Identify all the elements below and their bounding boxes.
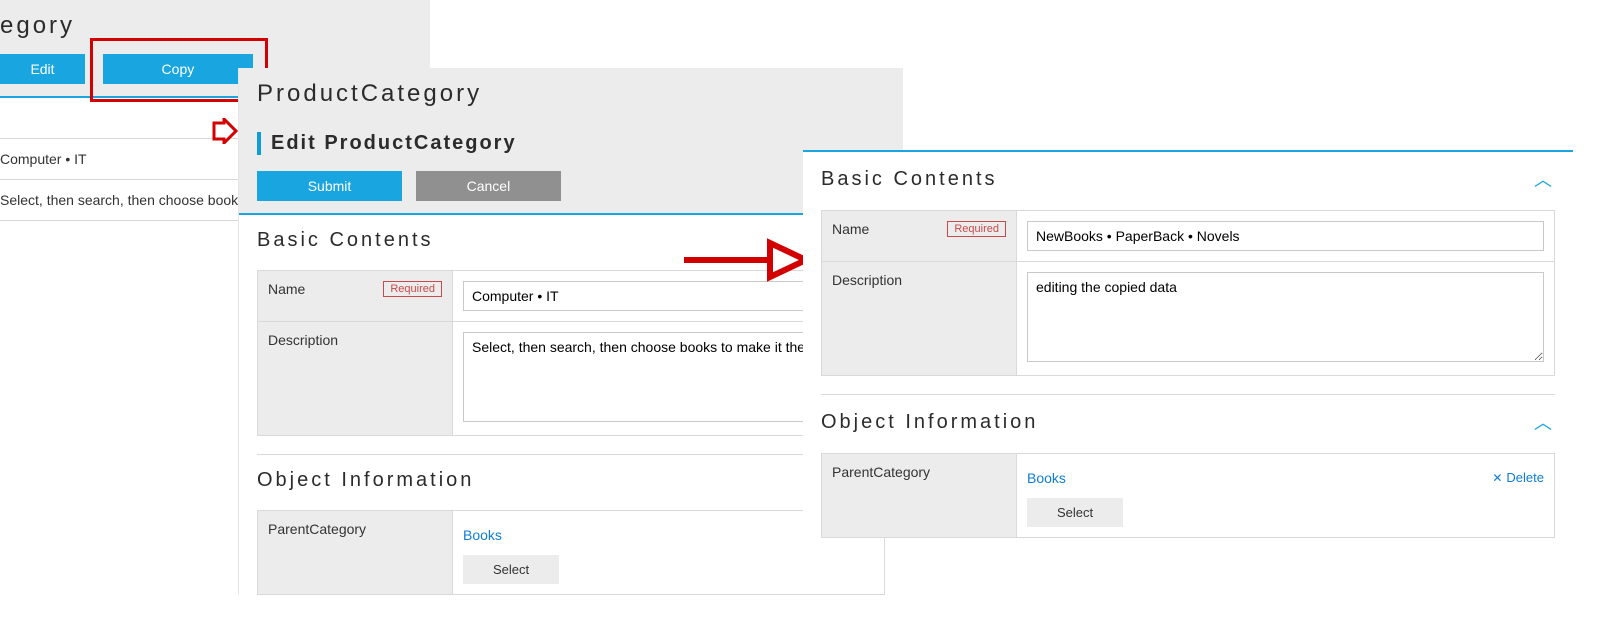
annotation-arrow-large [680,235,810,285]
chevron-up-icon[interactable]: ︿ [1534,409,1555,435]
row-description: Description [822,262,1555,376]
name-input[interactable] [1027,221,1544,251]
panel1-title: egory [0,12,412,50]
submit-button[interactable]: Submit [257,171,402,201]
row-name: Name Required [822,211,1555,262]
parent-category-label: ParentCategory [832,464,930,480]
delete-link[interactable]: Delete [1492,464,1544,485]
name-label: Name [832,221,869,237]
row-parent-category: ParentCategory Books Delete Select [822,454,1555,538]
copy-button[interactable]: Copy [103,54,253,84]
basic-contents-table: Name Required Description [821,210,1555,376]
description-label: Description [832,272,902,288]
parent-category-link[interactable]: Books [1027,464,1066,492]
panel2-subtitle: Edit ProductCategory [257,132,885,155]
description-input[interactable] [1027,272,1544,362]
section-heading: Object Information [257,469,474,492]
row-parent-category: ParentCategory Books Select [258,511,885,595]
object-info-table: ParentCategory Books Delete Select [821,453,1555,538]
name-label: Name [268,281,305,297]
basic-contents-table: Name Required Description [257,270,885,436]
cancel-button[interactable]: Cancel [416,171,561,201]
select-button[interactable]: Select [1027,498,1123,527]
required-badge: Required [947,221,1006,237]
description-label: Description [268,332,338,348]
section-heading: Basic Contents [257,229,434,252]
section-heading: Basic Contents [821,168,998,191]
required-badge: Required [383,281,442,297]
section-basic-contents: Basic Contents ︿ [821,152,1555,202]
row-description: Description [258,322,885,436]
parent-category-label: ParentCategory [268,521,366,537]
object-info-table: ParentCategory Books Select [257,510,885,595]
section-object-information: Object Information [257,455,885,502]
section-object-information: Object Information ︿ [821,395,1555,445]
panel2-title: ProductCategory [257,80,885,118]
select-button[interactable]: Select [463,555,559,584]
annotation-arrow-small [212,118,238,144]
parent-category-link[interactable]: Books [463,521,502,549]
edit-button[interactable]: Edit [0,54,85,84]
section-heading: Object Information [821,411,1038,434]
panel-copied-category: Basic Contents ︿ Name Required Descripti… [803,150,1573,538]
chevron-up-icon[interactable]: ︿ [1534,166,1555,192]
